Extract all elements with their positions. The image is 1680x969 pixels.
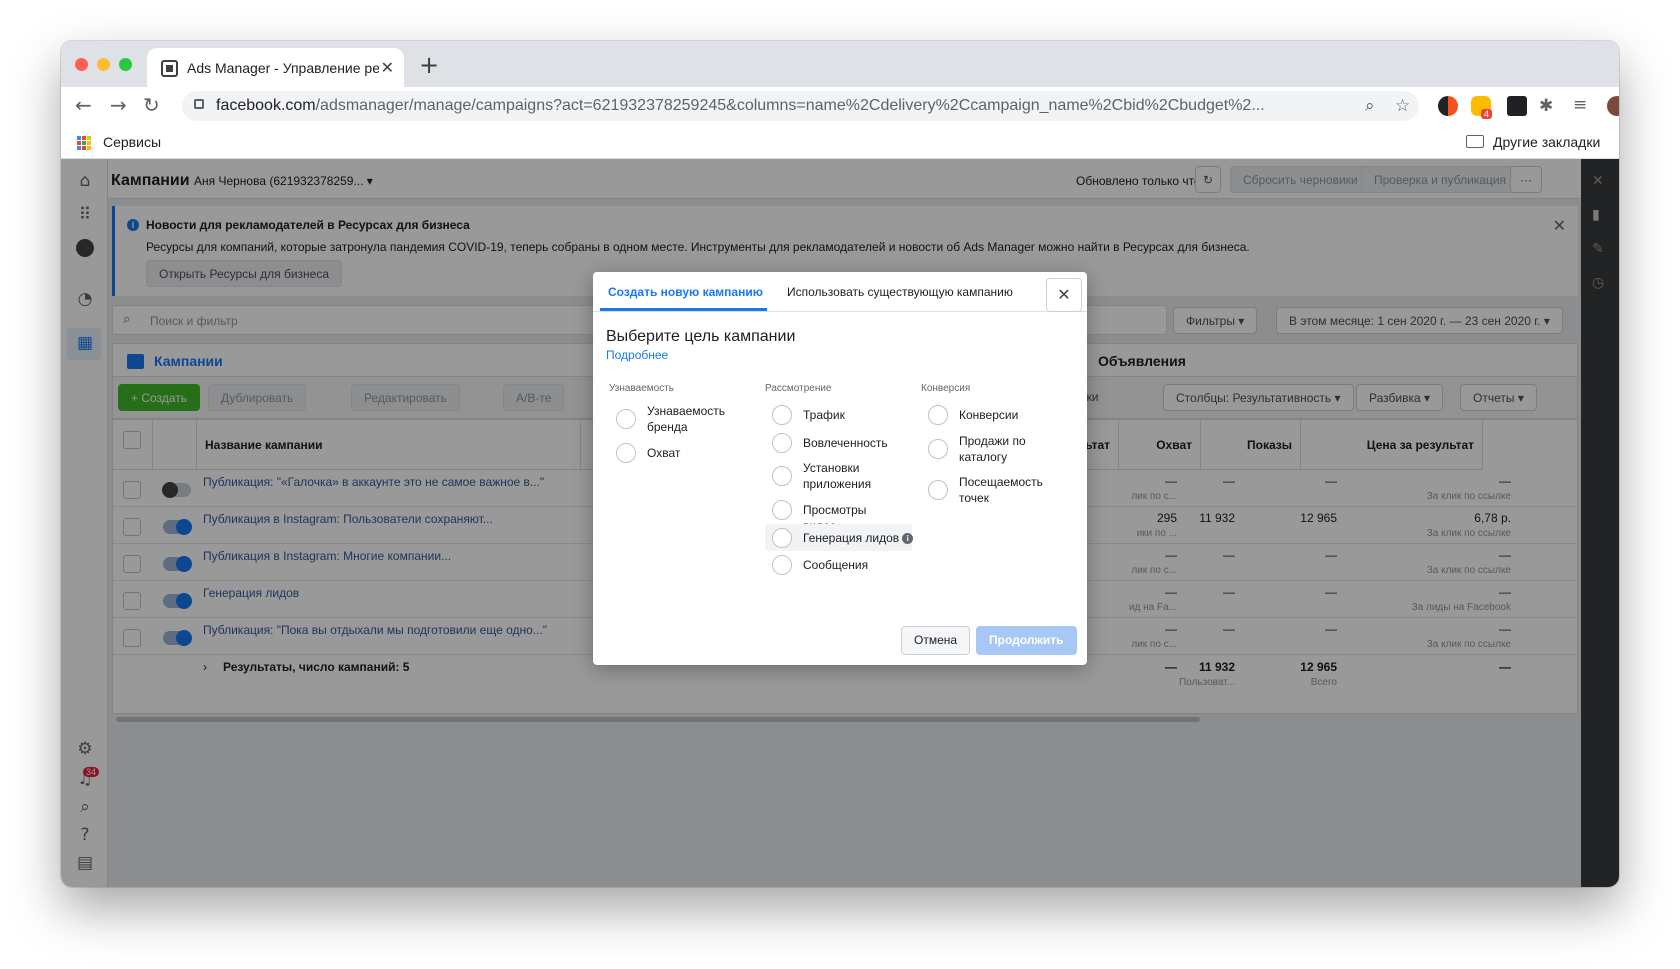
zoom-icon[interactable]: ⌕ <box>1365 96 1375 116</box>
radio-button[interactable] <box>772 528 792 548</box>
browser-tab[interactable]: Ads Manager - Управление ре ✕ <box>147 48 404 87</box>
continue-button[interactable]: Продолжить <box>976 626 1077 655</box>
tab-title: Ads Manager - Управление ре <box>187 60 379 76</box>
extensions-puzzle-icon[interactable]: ✱ <box>1539 96 1553 116</box>
radio-button[interactable] <box>928 405 948 425</box>
learn-more-link[interactable]: Подробнее <box>606 348 668 362</box>
extension-badge: 4 <box>1481 109 1493 119</box>
extension-1-icon[interactable] <box>1438 96 1458 116</box>
bookmark-other[interactable]: Другие закладки <box>1493 134 1600 150</box>
back-icon[interactable]: ← <box>75 93 92 117</box>
radio-button[interactable] <box>928 480 948 500</box>
cancel-button[interactable]: Отмена <box>901 626 971 655</box>
profile-avatar[interactable] <box>1607 96 1619 116</box>
radio-button[interactable] <box>928 439 948 459</box>
bookmark-services[interactable]: Сервисы <box>103 134 161 150</box>
bookmarks-bar: Сервисы Другие закладки <box>61 125 1619 159</box>
url-text: facebook.com/adsmanager/manage/campaigns… <box>216 97 1265 114</box>
radio-button[interactable] <box>616 409 636 429</box>
forward-icon[interactable]: → <box>110 93 127 117</box>
close-window-button[interactable] <box>75 58 88 71</box>
column-awareness-label: Узнаваемость <box>609 383 675 394</box>
browser-toolbar: ← → ↻ facebook.com/adsmanager/manage/cam… <box>61 87 1619 125</box>
reload-icon[interactable]: ↻ <box>143 93 160 117</box>
new-tab-icon[interactable]: + <box>419 51 439 79</box>
folder-icon <box>1466 135 1484 148</box>
dialog-tabs: Создать новую кампанию Использовать суще… <box>593 272 1087 312</box>
dialog-heading: Выберите цель кампании <box>606 328 796 345</box>
tab-create-new-campaign[interactable]: Создать новую кампанию <box>608 285 763 299</box>
minimize-window-button[interactable] <box>97 58 110 71</box>
media-queue-icon[interactable]: ≡ <box>1573 95 1587 115</box>
close-tab-icon[interactable]: ✕ <box>381 58 394 78</box>
ads-manager-favicon-icon <box>161 60 178 77</box>
radio-button[interactable] <box>772 500 792 520</box>
radio-button[interactable] <box>772 433 792 453</box>
active-tab-indicator <box>600 308 767 311</box>
column-conversion-label: Конверсия <box>921 383 971 394</box>
create-campaign-dialog: Создать новую кампанию Использовать суще… <box>593 272 1087 665</box>
lock-icon <box>194 99 204 109</box>
radio-button[interactable] <box>772 555 792 575</box>
bookmark-star-icon[interactable]: ☆ <box>1395 96 1410 116</box>
radio-button[interactable] <box>772 405 792 425</box>
tab-strip: Ads Manager - Управление ре ✕ + <box>61 41 1619 87</box>
column-consideration-label: Рассмотрение <box>765 383 832 394</box>
close-dialog-icon[interactable]: ✕ <box>1046 278 1082 312</box>
radio-button[interactable] <box>616 443 636 463</box>
info-icon[interactable]: i <box>902 533 914 544</box>
extension-3-icon[interactable] <box>1507 96 1527 116</box>
radio-button[interactable] <box>772 466 792 486</box>
address-bar[interactable]: facebook.com/adsmanager/manage/campaigns… <box>182 91 1419 121</box>
maximize-window-button[interactable] <box>119 58 132 71</box>
tab-use-existing-campaign[interactable]: Использовать существующую кампанию <box>787 285 1013 299</box>
apps-grid-icon[interactable] <box>77 136 91 150</box>
